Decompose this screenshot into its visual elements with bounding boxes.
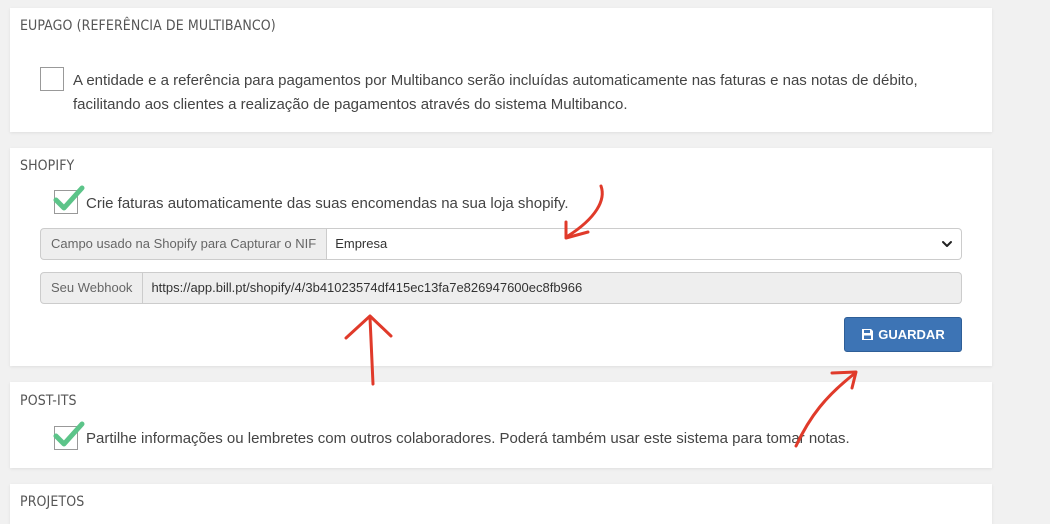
postits-title: POST-ITS bbox=[20, 393, 77, 409]
checkmark-icon bbox=[53, 185, 85, 211]
eupago-description-line1: A entidade e a referência para pagamento… bbox=[73, 72, 918, 89]
webhook-field-label: Seu Webhook bbox=[40, 272, 144, 304]
eupago-description-line2: facilitando aos clientes a realização de… bbox=[73, 96, 628, 113]
nif-field-group: Campo usado na Shopify para Capturar o N… bbox=[40, 228, 962, 260]
eupago-panel: EUPAGO (REFERÊNCIA DE MULTIBANCO) A enti… bbox=[10, 8, 992, 132]
postits-panel: POST-ITS Partilhe informações ou lembret… bbox=[10, 382, 992, 468]
checkmark-icon bbox=[53, 421, 85, 447]
shopify-checkbox-label: Crie faturas automaticamente das suas en… bbox=[86, 195, 569, 212]
chevron-down-icon bbox=[942, 241, 952, 247]
projetos-panel: PROJETOS bbox=[10, 484, 992, 524]
projetos-title: PROJETOS bbox=[20, 494, 85, 510]
webhook-field-group: Seu Webhook https://app.bill.pt/shopify/… bbox=[40, 272, 962, 304]
save-button-label: GUARDAR bbox=[878, 327, 945, 342]
nif-select[interactable]: Empresa bbox=[327, 228, 962, 260]
shopify-title: SHOPIFY bbox=[20, 158, 75, 174]
webhook-input[interactable]: https://app.bill.pt/shopify/4/3b41023574… bbox=[143, 272, 962, 304]
eupago-title: EUPAGO (REFERÊNCIA DE MULTIBANCO) bbox=[20, 18, 276, 34]
save-icon bbox=[862, 329, 874, 340]
nif-field-label: Campo usado na Shopify para Capturar o N… bbox=[40, 228, 328, 260]
postits-checkbox-label: Partilhe informações ou lembretes com ou… bbox=[86, 430, 850, 447]
save-button[interactable]: GUARDAR bbox=[844, 317, 962, 352]
nif-select-value: Empresa bbox=[335, 236, 388, 251]
shopify-checkbox[interactable] bbox=[53, 185, 85, 214]
eupago-checkbox[interactable] bbox=[40, 67, 64, 91]
postits-checkbox[interactable] bbox=[53, 421, 85, 450]
